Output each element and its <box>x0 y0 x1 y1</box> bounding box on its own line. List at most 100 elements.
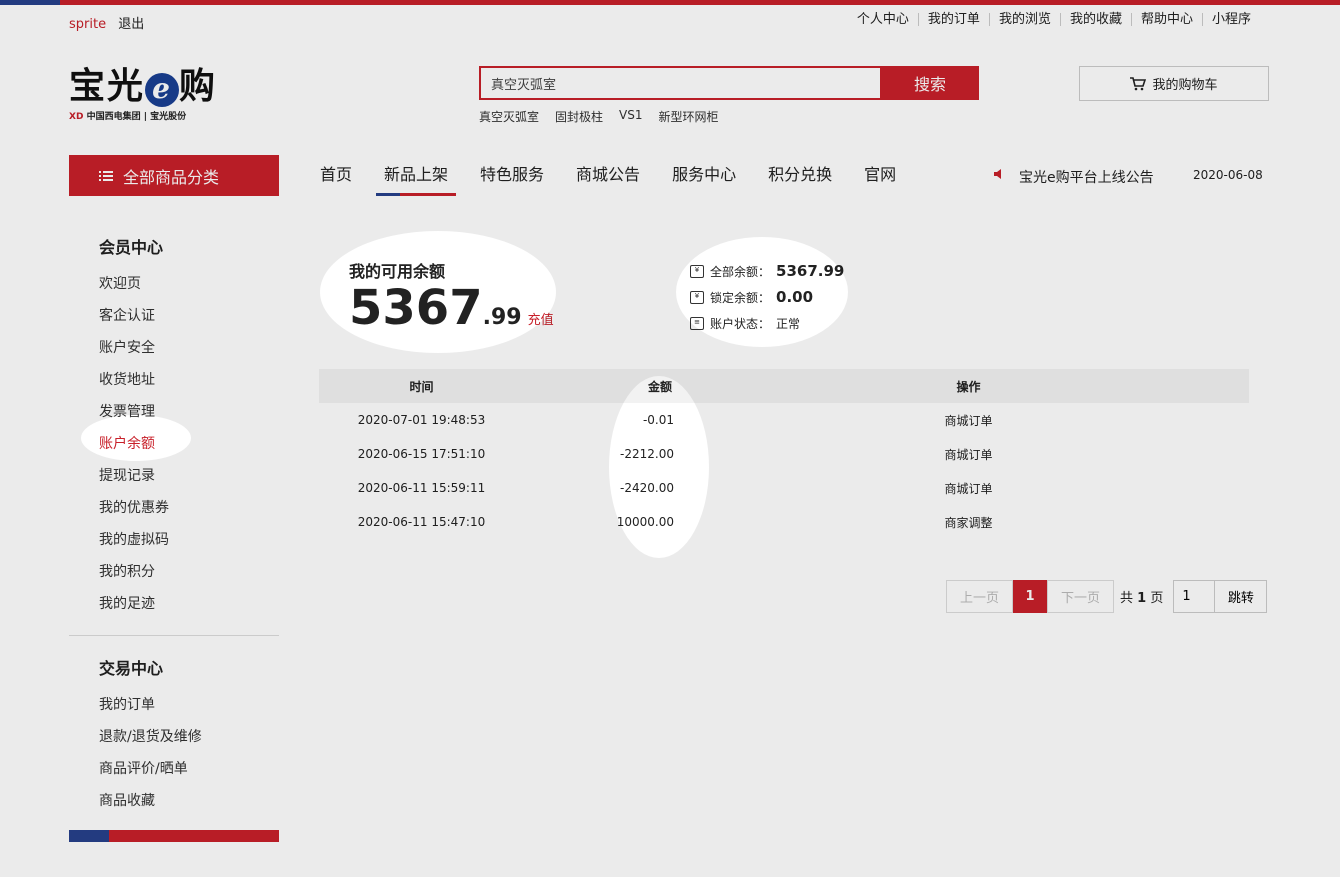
sidebar-divider <box>69 635 279 636</box>
cell-amount: -0.01 <box>642 413 674 427</box>
table-row: 2020-06-11 15:59:11 -2420.00 商城订单 <box>319 471 1249 505</box>
sidebar-item-account-balance[interactable]: 账户余额 <box>99 428 279 460</box>
nav-item-points-exchange[interactable]: 积分兑换 <box>768 155 832 196</box>
locked-balance-label: 锁定余额： <box>710 290 771 305</box>
wallet-icon: ¥ <box>690 264 704 278</box>
next-page-button[interactable]: 下一页 <box>1047 580 1114 613</box>
notice-text: 宝光e购平台上线公告 <box>1019 170 1154 186</box>
page-number-input[interactable] <box>1173 580 1216 613</box>
main-nav: 全部商品分类 首页 新品上架 特色服务 商城公告 服务中心 积分兑换 官网 宝光… <box>0 155 1340 197</box>
sidebar: 会员中心 欢迎页 客企认证 账户安全 收货地址 发票管理 账户余额 提现记录 我… <box>69 214 279 842</box>
search-button[interactable]: 搜索 <box>881 66 979 100</box>
sidebar-item-footprints[interactable]: 我的足迹 <box>99 588 279 620</box>
cell-action: 商城订单 <box>944 447 993 462</box>
hot-keywords: 真空灭弧室 固封极柱 VS1 新型环网柜 <box>479 108 719 125</box>
cart-button[interactable]: 我的购物车 <box>1079 66 1269 101</box>
document-icon: ≡ <box>690 316 704 330</box>
top-link-my-favorites[interactable]: 我的收藏 <box>1059 13 1131 26</box>
top-link-my-orders[interactable]: 我的订单 <box>917 13 989 26</box>
sidebar-item-points[interactable]: 我的积分 <box>99 556 279 588</box>
total-balance-row: ¥ 全部余额： 5367.99 <box>690 258 844 284</box>
cell-time: 2020-06-15 17:51:10 <box>357 447 486 461</box>
sidebar-item-virtual-codes[interactable]: 我的虚拟码 <box>99 524 279 556</box>
sidebar-item-my-orders[interactable]: 我的订单 <box>99 689 279 721</box>
trade-center-group: 交易中心 我的订单 退款/退货及维修 商品评价/晒单 商品收藏 <box>69 641 279 827</box>
hot-keyword[interactable]: 固封极柱 <box>555 108 603 125</box>
cell-amount: -2212.00 <box>620 447 674 461</box>
nav-item-service-center[interactable]: 服务中心 <box>672 155 736 196</box>
total-pages: 共 1 页 <box>1120 591 1164 606</box>
total-balance-label: 全部余额： <box>710 264 771 279</box>
top-link-my-history[interactable]: 我的浏览 <box>988 13 1060 26</box>
pagination: 上一页 1 下一页 共 1 页 跳转 <box>946 580 1268 613</box>
search-input[interactable] <box>479 66 882 100</box>
table-header: 时间 金额 操作 <box>319 369 1249 403</box>
top-link-member-center[interactable]: 个人中心 <box>848 13 918 26</box>
cell-amount: -2420.00 <box>620 481 674 495</box>
cell-time: 2020-07-01 19:48:53 <box>357 413 486 427</box>
site-logo[interactable]: 宝光 e 购 XD 中国西电集团 | 宝光股份 <box>69 66 239 128</box>
available-balance: 5367.99 充值 <box>349 280 554 336</box>
all-categories-button[interactable]: 全部商品分类 <box>69 155 279 196</box>
column-header-amount: 金额 <box>647 379 672 394</box>
cell-action: 商城订单 <box>944 481 993 496</box>
top-bar: sprite 退出 个人中心 我的订单 我的浏览 我的收藏 帮助中心 小程序 <box>0 5 1340 35</box>
column-header-action: 操作 <box>956 379 981 394</box>
cart-icon <box>1130 76 1147 90</box>
logo-wordmark: 宝光 e 购 <box>69 65 218 107</box>
member-center-group: 会员中心 欢迎页 客企认证 账户安全 收货地址 发票管理 账户余额 提现记录 我… <box>69 214 279 630</box>
cell-amount: 10000.00 <box>616 515 674 529</box>
top-links: 个人中心 我的订单 我的浏览 我的收藏 帮助中心 小程序 <box>848 13 1260 26</box>
balance-panel: 我的可用余额 5367.99 充值 ¥ 全部余额： 5367.99 ¥ 锁定余额： 0… <box>298 214 1270 559</box>
sidebar-item-enterprise-auth[interactable]: 客企认证 <box>99 300 279 332</box>
sidebar-item-favorites[interactable]: 商品收藏 <box>99 785 279 817</box>
sidebar-item-account-security[interactable]: 账户安全 <box>99 332 279 364</box>
column-header-time: 时间 <box>409 379 434 394</box>
notice-link[interactable]: 宝光e购平台上线公告 <box>993 167 1154 187</box>
balance-history-table: 时间 金额 操作 2020-07-01 19:48:53 -0.01 商城订单 … <box>319 369 1249 539</box>
notice-date: 2020-06-08 <box>1193 168 1263 182</box>
sidebar-item-reviews[interactable]: 商品评价/晒单 <box>99 753 279 785</box>
list-icon <box>99 170 113 181</box>
total-balance-value: 5367.99 <box>776 262 845 280</box>
table-row: 2020-06-11 15:47:10 10000.00 商家调整 <box>319 505 1249 539</box>
logout-link[interactable]: 退出 <box>118 17 144 32</box>
logo-subtitle: XD 中国西电集团 | 宝光股份 <box>69 112 187 122</box>
sidebar-item-refunds[interactable]: 退款/退货及维修 <box>99 721 279 753</box>
hot-keyword[interactable]: VS1 <box>619 108 642 125</box>
sidebar-item-withdrawals[interactable]: 提现记录 <box>99 460 279 492</box>
hot-keyword[interactable]: 新型环网柜 <box>659 108 719 125</box>
nav-item-featured-services[interactable]: 特色服务 <box>480 155 544 196</box>
account-status-row: ≡ 账户状态： 正常 <box>690 310 844 336</box>
cell-action: 商城订单 <box>944 413 993 428</box>
cell-action: 商家调整 <box>944 515 993 530</box>
locked-balance-row: ¥ 锁定余额： 0.00 <box>690 284 844 310</box>
hot-keyword[interactable]: 真空灭弧室 <box>479 108 539 125</box>
table-row: 2020-06-15 17:51:10 -2212.00 商城订单 <box>319 437 1249 471</box>
nav-item-home[interactable]: 首页 <box>320 155 352 196</box>
account-status-label: 账户状态： <box>710 316 771 331</box>
account-status-value: 正常 <box>776 316 801 331</box>
sidebar-item-coupons[interactable]: 我的优惠券 <box>99 492 279 524</box>
nav-menu: 首页 新品上架 特色服务 商城公告 服务中心 积分兑换 官网 <box>320 155 928 196</box>
username-link[interactable]: sprite <box>69 17 106 32</box>
lock-icon: ¥ <box>690 290 704 304</box>
sidebar-item-invoice[interactable]: 发票管理 <box>99 396 279 428</box>
search-bar: 搜索 <box>479 66 979 100</box>
go-to-page-button[interactable]: 跳转 <box>1215 580 1268 613</box>
nav-item-new-arrivals[interactable]: 新品上架 <box>376 155 457 196</box>
recharge-link[interactable]: 充值 <box>528 313 554 328</box>
all-categories-label: 全部商品分类 <box>123 167 220 187</box>
member-center-title: 会员中心 <box>99 238 164 257</box>
top-link-help-center[interactable]: 帮助中心 <box>1130 13 1202 26</box>
top-link-mini-program[interactable]: 小程序 <box>1201 13 1260 26</box>
sidebar-item-shipping-address[interactable]: 收货地址 <box>99 364 279 396</box>
speaker-icon <box>994 169 1001 179</box>
sidebar-item-welcome[interactable]: 欢迎页 <box>99 268 279 300</box>
prev-page-button[interactable]: 上一页 <box>946 580 1013 613</box>
nav-item-official-site[interactable]: 官网 <box>864 155 896 196</box>
nav-item-announcements[interactable]: 商城公告 <box>576 155 640 196</box>
table-row: 2020-07-01 19:48:53 -0.01 商城订单 <box>319 403 1249 437</box>
page-1-button[interactable]: 1 <box>1013 580 1047 613</box>
sidebar-footer-stripe <box>69 830 279 842</box>
